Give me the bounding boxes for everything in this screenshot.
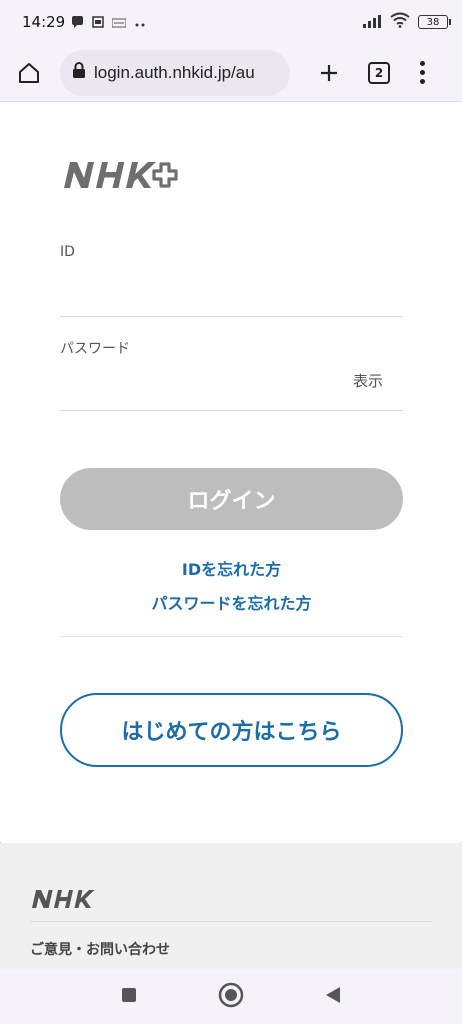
forgot-id-link[interactable]: IDを忘れた方	[60, 556, 403, 580]
url-text: login.auth.nhkid.jp/au	[94, 62, 255, 82]
more-dots-icon	[134, 13, 146, 32]
status-notification-icons	[71, 13, 146, 32]
status-bar: 14:29 38	[0, 0, 462, 44]
id-label: ID	[60, 244, 75, 260]
contact-link[interactable]: ご意見・お問い合わせ	[30, 939, 170, 959]
tabs-icon[interactable]: 2	[368, 61, 390, 84]
browser-toolbar: login.auth.nhkid.jp/au 2	[0, 44, 462, 102]
wifi-icon	[390, 12, 410, 32]
kebab-menu-icon[interactable]	[412, 58, 432, 88]
battery-icon: 38	[418, 15, 451, 29]
nhk-footer-logo	[30, 889, 98, 913]
login-page: ID パスワード 表示 ログイン IDを忘れた方 パスワードを忘れた方 はじめて…	[0, 102, 462, 842]
address-bar[interactable]: login.auth.nhkid.jp/au	[60, 49, 290, 96]
signal-icon	[362, 13, 382, 32]
id-input[interactable]	[60, 277, 403, 317]
home-icon[interactable]	[12, 56, 46, 90]
nhk-plus-logo	[60, 160, 186, 194]
signup-button[interactable]: はじめての方はこちら	[60, 693, 403, 767]
home-circle-icon[interactable]	[218, 982, 244, 1012]
password-label: パスワード	[60, 341, 130, 357]
recents-icon[interactable]	[120, 986, 138, 1008]
password-input[interactable]	[60, 370, 340, 410]
lock-icon	[72, 62, 86, 83]
show-password-toggle[interactable]: 表示	[353, 370, 383, 391]
login-button[interactable]: ログイン	[60, 468, 403, 530]
chat-notification-icon	[71, 13, 84, 32]
footer-divider	[30, 921, 432, 922]
forgot-password-link[interactable]: パスワードを忘れた方	[60, 590, 403, 614]
news-icon	[111, 13, 127, 32]
status-time: 14:29	[22, 13, 66, 31]
password-underline	[60, 410, 403, 411]
footer: ご意見・お問い合わせ	[0, 843, 462, 970]
back-triangle-icon[interactable]	[324, 985, 342, 1009]
section-divider	[60, 636, 403, 637]
system-nav-bar	[0, 970, 462, 1024]
photo-icon	[92, 13, 104, 32]
plus-icon[interactable]	[314, 58, 344, 88]
